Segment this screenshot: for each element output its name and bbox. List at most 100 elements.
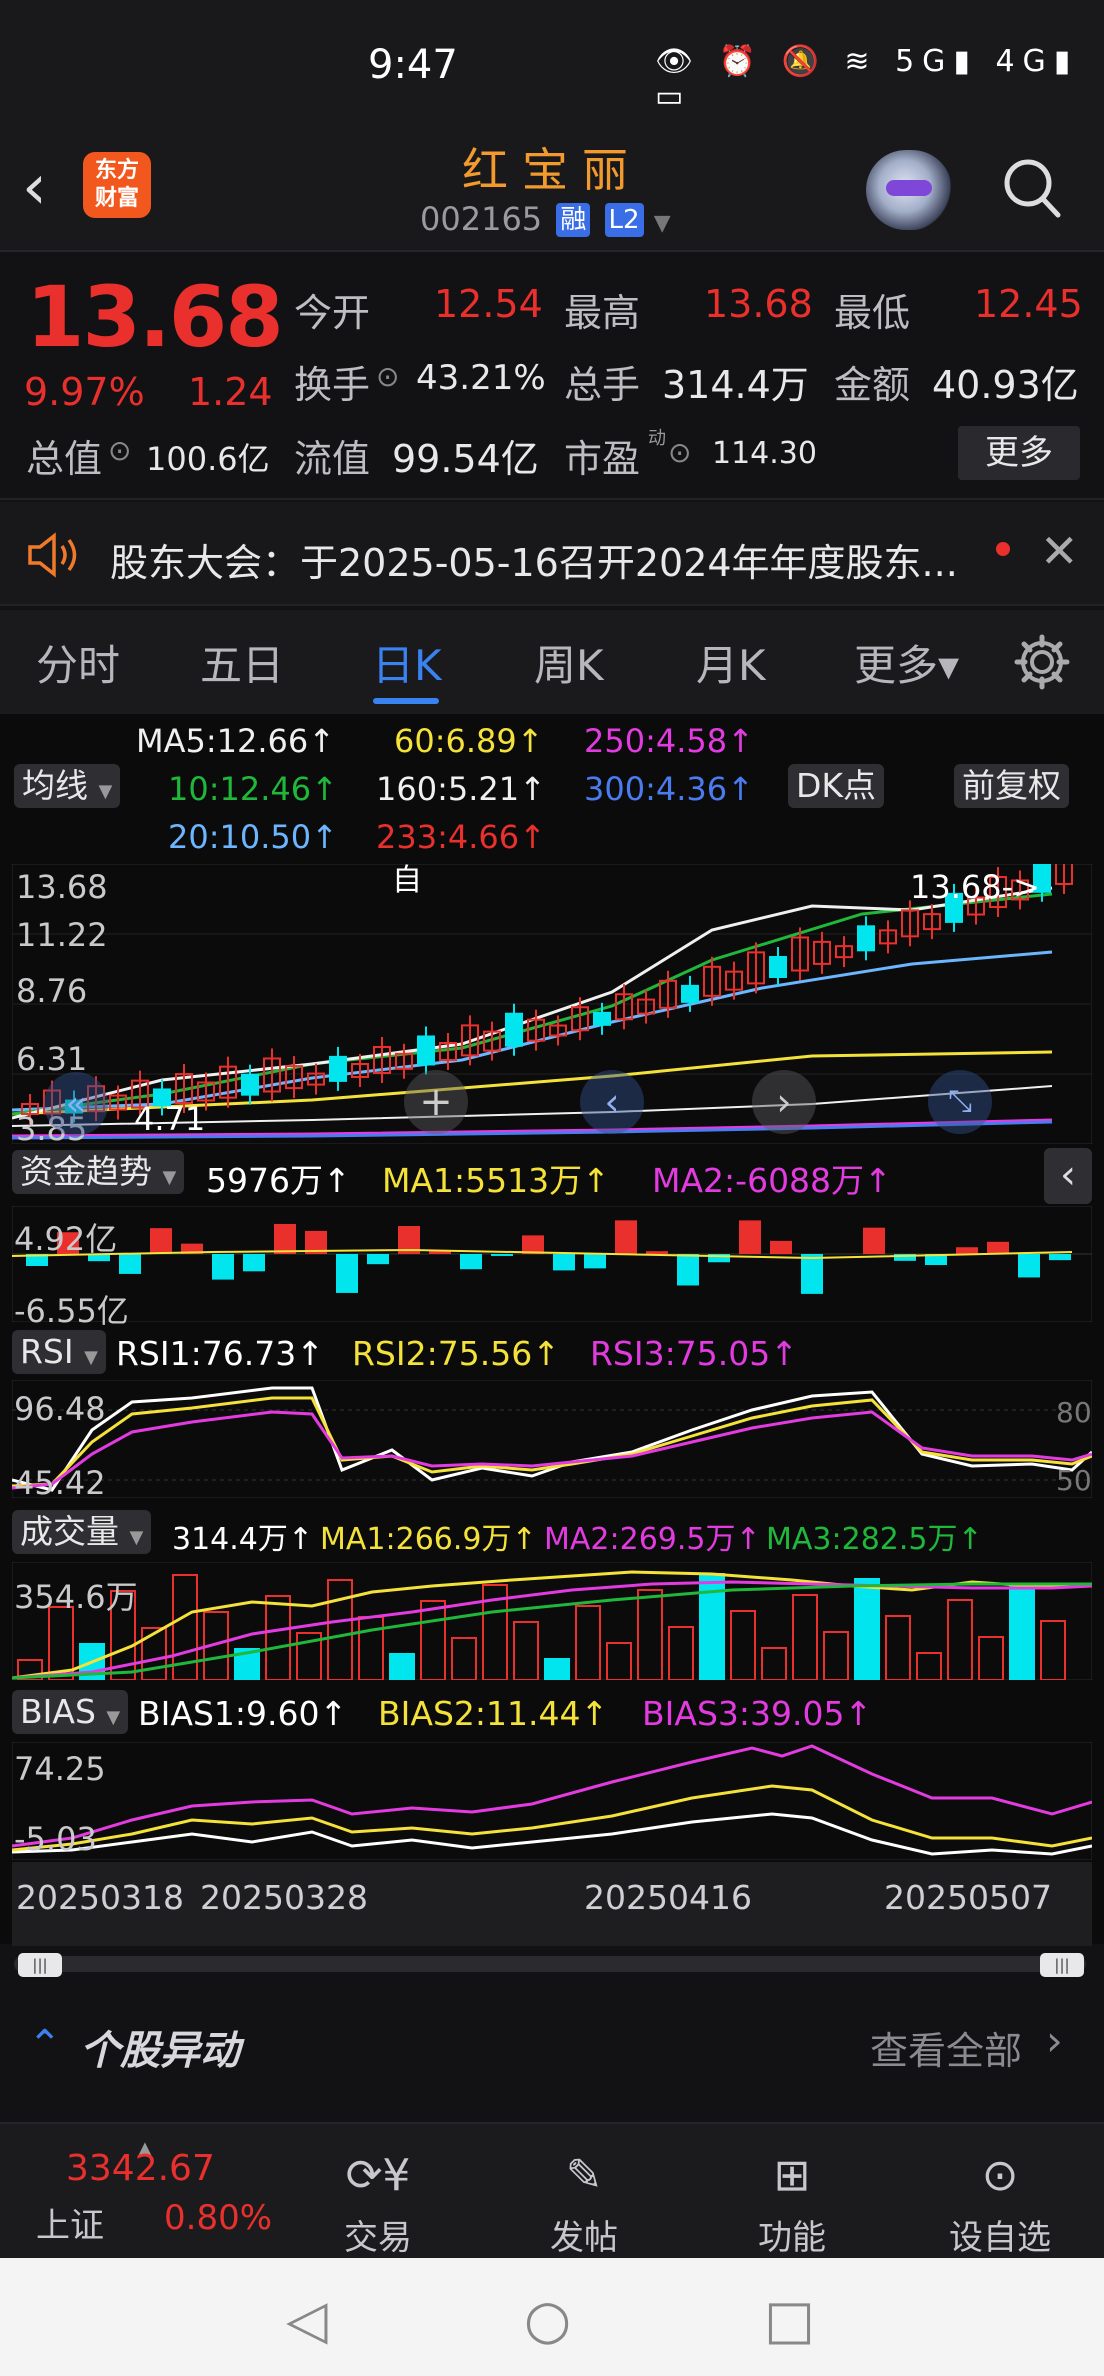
fund-bar [770, 1240, 792, 1254]
index-value: 3342.67 [66, 2148, 215, 2189]
adjust-button[interactable]: 前复权 [954, 764, 1069, 808]
prev-icon[interactable]: ‹ [580, 1070, 644, 1134]
nav-back-icon[interactable]: ◁ [286, 2288, 328, 2351]
volume-bar [544, 1658, 570, 1680]
chevron-down-icon: ▼ [84, 1347, 98, 1368]
open-label: 今开 [294, 291, 371, 335]
index-ticker[interactable]: ▲ 3342.67 上证 0.80% [20, 2138, 280, 2248]
tab-weekly-k[interactable]: 周K [534, 632, 604, 693]
post-button[interactable]: ✎ 发帖 [524, 2150, 644, 2259]
range-handle-right[interactable]: ||| [1040, 1953, 1084, 1977]
chevron-down-icon: ▼ [653, 211, 671, 236]
app-logo: 东方 财富 [83, 152, 151, 218]
fund-bar [677, 1254, 699, 1286]
assistant-robot-icon[interactable] [866, 150, 952, 230]
unread-dot [996, 542, 1010, 556]
tab-daily-k[interactable]: 日K [372, 632, 442, 693]
search-icon[interactable] [1002, 156, 1062, 220]
volume-ma3: MA3:282.5万↑ [766, 1522, 983, 1557]
fund-bar [739, 1220, 761, 1254]
grid-icon: ⊞ [773, 2150, 811, 2201]
tab-more[interactable]: 更多▾ [854, 632, 959, 693]
bias3-value: BIAS3:39.05↑ [642, 1694, 873, 1733]
fund-bar [987, 1241, 1009, 1254]
volume-bar [761, 1647, 787, 1680]
bias2-value: BIAS2:11.44↑ [378, 1694, 609, 1733]
fund-bar [615, 1220, 637, 1254]
rsi2-value: RSI2:75.56↑ [352, 1334, 560, 1373]
price-axis-top: 13.68 [16, 868, 108, 906]
fund-bar [801, 1254, 823, 1294]
nav-recents-icon[interactable]: □ [764, 2288, 815, 2351]
volume-bar [1040, 1620, 1066, 1680]
stock-code: 002165 [420, 200, 543, 238]
candle-body [857, 925, 875, 952]
date-label-2: 20250416 [584, 1878, 752, 1917]
add-watchlist-button[interactable]: ⊙ 设自选 [940, 2150, 1060, 2259]
zoom-in-icon[interactable]: + [404, 1070, 468, 1134]
stock-name[interactable]: 红宝丽 [380, 134, 724, 200]
notice-bar[interactable]: 股东大会：于2025-05-16召开2024年年度股东... ✕ [0, 502, 1104, 606]
self-marker-text: 自 [392, 864, 422, 897]
price-axis-a: 11.22 [16, 916, 108, 954]
tab-five-day[interactable]: 五日 [200, 632, 284, 693]
info-icon[interactable]: ⊙ [376, 360, 399, 393]
nav-home-icon[interactable]: ○ [524, 2288, 571, 2351]
fund-bar [367, 1254, 389, 1265]
tab-monthly-k[interactable]: 月K [696, 632, 766, 693]
rsi3-value: RSI3:75.05↑ [590, 1334, 798, 1373]
volume-bar [420, 1600, 446, 1680]
volume-ma2: MA2:269.5万↑ [544, 1522, 761, 1557]
close-icon[interactable]: ✕ [1040, 524, 1079, 578]
volume-bar [947, 1599, 973, 1680]
status-bar: 9:47 👁 ⏰ 🔕 ≋ 5G▮ 4G▮ ▭ [0, 0, 1104, 130]
change-amount: 1.24 [188, 370, 273, 414]
range-scrollbar[interactable] [14, 1956, 1086, 1972]
amount-value: 40.93亿 [932, 363, 1079, 407]
fund-bar [212, 1254, 234, 1280]
info-icon[interactable]: ⊙ [668, 436, 691, 469]
bias-selector[interactable]: BIAS ▼ [12, 1690, 129, 1734]
stock-news-header[interactable]: ⌃ 个股异动 查看全部 › [0, 1990, 1104, 2100]
volume-bar [637, 1589, 663, 1680]
function-button[interactable]: ⊞ 功能 [732, 2150, 852, 2259]
more-dots-icon: ⊙ [981, 2150, 1019, 2201]
ma250-label: 250:4.58↑ [584, 722, 754, 760]
chevron-down-icon: ▼ [129, 1527, 144, 1548]
yen-refresh-icon: ⟳¥ [345, 2150, 411, 2201]
ma-selector-label: 均线 [22, 766, 88, 805]
index-pct: 0.80% [164, 2198, 273, 2238]
fund-indicator-selector[interactable]: 资金趋势 ▼ [12, 1150, 185, 1194]
info-icon[interactable]: ⊙ [108, 434, 131, 467]
rsi-selector[interactable]: RSI ▼ [12, 1330, 106, 1374]
volume-bar [1009, 1583, 1035, 1680]
candle-body [769, 955, 787, 978]
more-button[interactable]: 更多 [958, 426, 1080, 480]
range-handle-left[interactable]: ||| [18, 1953, 62, 1977]
fund-axis-top: 4.92亿 [14, 1220, 118, 1258]
index-name: 上证 [36, 2206, 104, 2246]
volume-selector[interactable]: 成交量 ▼ [12, 1510, 152, 1554]
stock-code-row[interactable]: 002165 融 L2 ▼ [420, 200, 671, 238]
view-all-link[interactable]: 查看全部 [870, 2020, 1022, 2075]
fullscreen-icon[interactable]: ⤡ [928, 1070, 992, 1134]
fund-bar [243, 1254, 265, 1272]
collapse-panel-icon[interactable]: ‹ [1044, 1148, 1092, 1204]
tab-intraday[interactable]: 分时 [36, 632, 120, 693]
fund-value: 5976万↑ [206, 1161, 351, 1200]
next-icon[interactable]: › [752, 1070, 816, 1134]
date-label-0: 20250318 [16, 1878, 184, 1917]
chevron-up-icon: ⌃ [28, 2022, 62, 2068]
gear-icon[interactable] [1014, 634, 1070, 690]
volume-ma1: MA1:266.9万↑ [320, 1522, 537, 1557]
high-value: 13.68 [704, 282, 813, 326]
back-icon[interactable]: ‹ [22, 152, 62, 222]
ma60-label: 60:6.89↑ [394, 722, 544, 760]
candle-body [241, 1073, 259, 1096]
dk-point-button[interactable]: DK点 [788, 764, 885, 808]
trade-button[interactable]: ⟳¥ 交易 [318, 2150, 438, 2259]
scroll-left-icon[interactable]: « [44, 1072, 108, 1136]
volume-axis-top: 354.6万 [14, 1578, 138, 1616]
price-axis-b: 8.76 [16, 972, 88, 1010]
ma-selector[interactable]: 均线 ▼ [14, 764, 121, 808]
